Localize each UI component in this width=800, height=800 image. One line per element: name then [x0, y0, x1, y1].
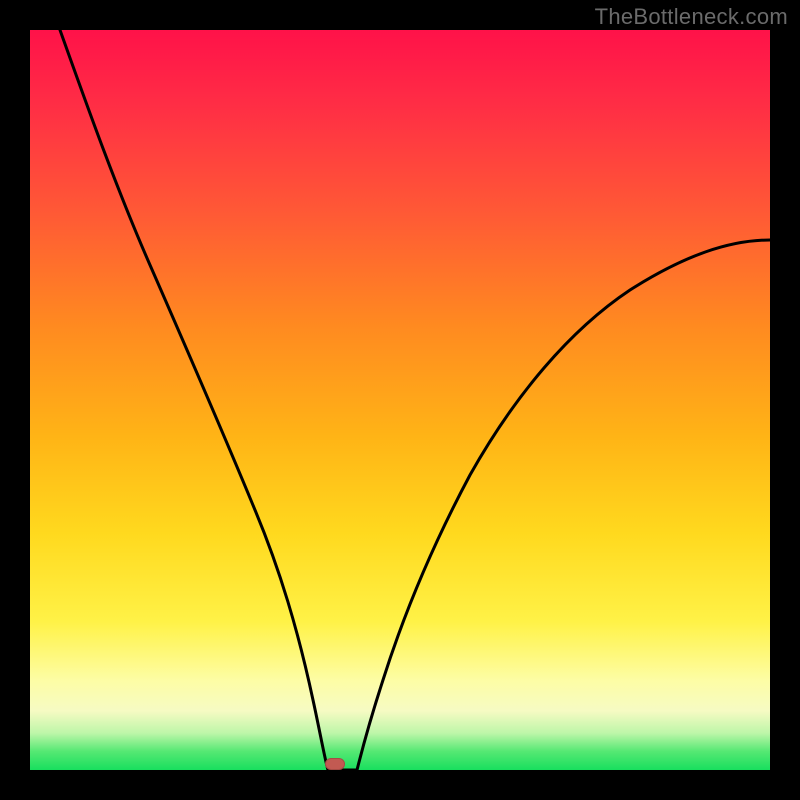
- curve-layer: [30, 30, 770, 770]
- bottleneck-curve-path: [60, 30, 770, 770]
- chart-container: TheBottleneck.com: [0, 0, 800, 800]
- watermark-label: TheBottleneck.com: [595, 4, 788, 30]
- plot-area: [30, 30, 770, 770]
- optimal-marker: [325, 758, 345, 770]
